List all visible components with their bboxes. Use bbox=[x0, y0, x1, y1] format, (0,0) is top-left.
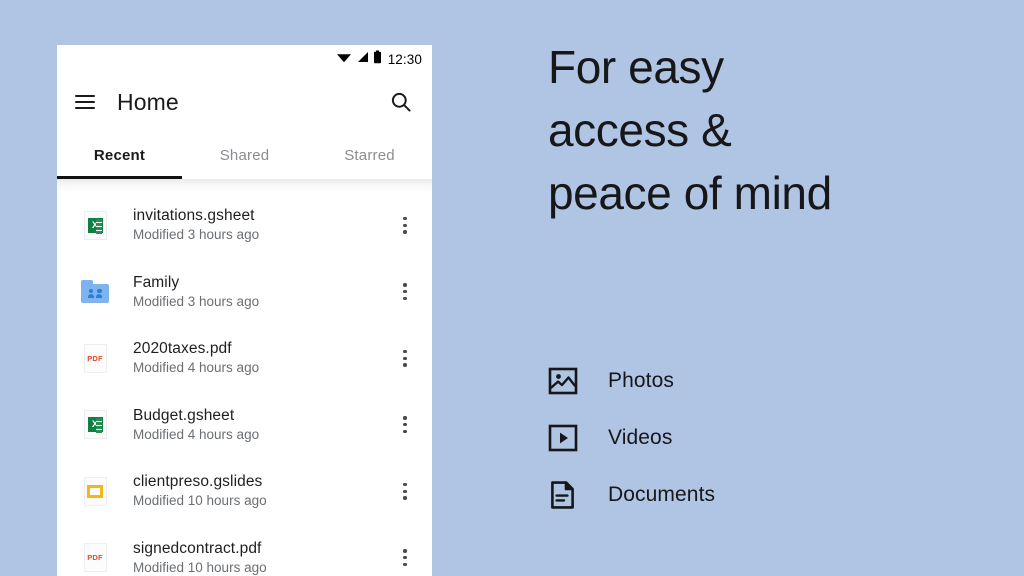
feature-item-photos: Photos bbox=[548, 352, 715, 409]
overflow-menu-icon[interactable] bbox=[392, 341, 418, 375]
pdf-icon-label: PDF bbox=[83, 543, 107, 573]
gsheet-icon: X bbox=[79, 207, 111, 243]
document-icon bbox=[548, 480, 582, 510]
file-list-item[interactable]: PDF signedcontract.pdf Modified 10 hours… bbox=[57, 525, 432, 576]
tab-bar: Recent Shared Starred bbox=[57, 131, 432, 179]
file-name: clientpreso.gslides bbox=[133, 473, 263, 491]
gslides-icon bbox=[79, 473, 111, 509]
file-info: 2020taxes.pdf Modified 4 hours ago bbox=[133, 339, 392, 377]
active-tab-indicator bbox=[57, 176, 182, 179]
file-name: Budget.gsheet bbox=[133, 406, 235, 424]
file-list-item[interactable]: Family Modified 3 hours ago bbox=[57, 259, 432, 326]
file-name: invitations.gsheet bbox=[133, 207, 255, 225]
feature-label: Photos bbox=[608, 368, 674, 392]
overflow-menu-icon[interactable] bbox=[392, 275, 418, 309]
battery-icon bbox=[373, 50, 382, 69]
video-play-icon bbox=[548, 423, 582, 453]
status-bar-time: 12:30 bbox=[387, 51, 422, 67]
file-name: Family bbox=[133, 273, 180, 291]
pdf-icon-label: PDF bbox=[83, 343, 107, 373]
pdf-icon: PDF bbox=[79, 340, 111, 376]
hamburger-menu-icon[interactable] bbox=[75, 95, 95, 109]
overflow-menu-icon[interactable] bbox=[392, 541, 418, 575]
file-list: X invitations.gsheet Modified 3 hours ag… bbox=[57, 192, 432, 576]
file-info: signedcontract.pdf Modified 10 hours ago bbox=[133, 539, 392, 576]
file-list-item[interactable]: X Budget.gsheet Modified 4 hours ago bbox=[57, 392, 432, 459]
file-info: clientpreso.gslides Modified 10 hours ag… bbox=[133, 472, 392, 510]
feature-label: Videos bbox=[608, 425, 673, 449]
file-name: 2020taxes.pdf bbox=[133, 340, 232, 358]
feature-item-videos: Videos bbox=[548, 409, 715, 466]
promo-panel: For easy access & peace of mind bbox=[548, 36, 998, 225]
feature-label: Documents bbox=[608, 482, 716, 506]
cellular-signal-icon bbox=[356, 50, 369, 68]
promo-headline: For easy access & peace of mind bbox=[548, 41, 832, 219]
feature-item-documents: Documents bbox=[548, 466, 715, 523]
file-modified: Modified 3 hours ago bbox=[133, 227, 260, 243]
file-modified: Modified 3 hours ago bbox=[133, 293, 260, 309]
shared-folder-icon bbox=[79, 274, 111, 310]
gsheet-icon: X bbox=[79, 407, 111, 443]
file-modified: Modified 10 hours ago bbox=[133, 559, 267, 575]
status-bar-icons bbox=[336, 50, 382, 69]
overflow-menu-icon[interactable] bbox=[392, 474, 418, 508]
feature-list: Photos Videos Documents bbox=[548, 352, 715, 523]
list-top-shadow bbox=[57, 179, 432, 192]
wifi-icon bbox=[336, 50, 352, 68]
app-bar: Home bbox=[57, 73, 432, 131]
file-list-item[interactable]: clientpreso.gslides Modified 10 hours ag… bbox=[57, 458, 432, 525]
tab-shared[interactable]: Shared bbox=[182, 131, 307, 179]
status-bar: 12:30 bbox=[57, 45, 432, 73]
page-title: Home bbox=[117, 88, 179, 115]
file-info: Family Modified 3 hours ago bbox=[133, 273, 392, 311]
app-promo-screenshot: 12:30 Home Recent Shared Starred invitat… bbox=[0, 0, 1024, 576]
file-name: signedcontract.pdf bbox=[133, 539, 262, 557]
file-modified: Modified 4 hours ago bbox=[133, 360, 260, 376]
overflow-menu-icon[interactable] bbox=[392, 408, 418, 442]
file-info: Budget.gsheet Modified 4 hours ago bbox=[133, 406, 392, 444]
photo-icon bbox=[548, 366, 582, 396]
file-list-item[interactable]: PDF 2020taxes.pdf Modified 4 hours ago bbox=[57, 325, 432, 392]
file-info: invitations.gsheet Modified 3 hours ago bbox=[133, 206, 392, 244]
overflow-menu-icon[interactable] bbox=[392, 208, 418, 242]
file-modified: Modified 4 hours ago bbox=[133, 426, 260, 442]
tab-recent[interactable]: Recent bbox=[57, 131, 182, 179]
search-icon[interactable] bbox=[386, 87, 416, 117]
pdf-icon: PDF bbox=[79, 540, 111, 576]
phone-mockup: 12:30 Home Recent Shared Starred invitat… bbox=[57, 45, 432, 576]
tab-starred[interactable]: Starred bbox=[307, 131, 432, 179]
file-list-item[interactable]: X invitations.gsheet Modified 3 hours ag… bbox=[57, 192, 432, 259]
file-modified: Modified 10 hours ago bbox=[133, 493, 267, 509]
